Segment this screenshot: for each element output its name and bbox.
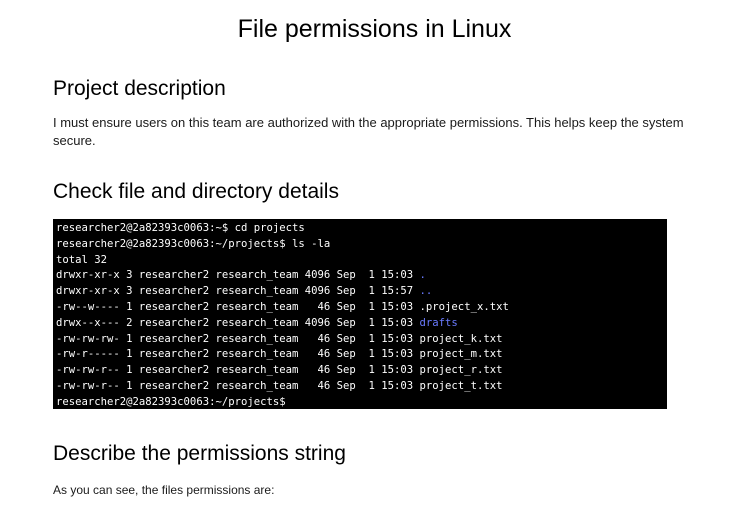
document-title: File permissions in Linux — [237, 15, 512, 43]
terminal-line-text: -rw-rw-rw- 1 researcher2 research_team 4… — [56, 332, 503, 345]
terminal-line-text: researcher2@2a82393c0063:~/projects$ ls … — [56, 237, 331, 250]
terminal-line-text: drwx--x--- 2 researcher2 research_team 4… — [56, 316, 420, 329]
terminal-line: researcher2@2a82393c0063:~/projects$ ls … — [56, 237, 667, 253]
terminal-directory-name: .. — [419, 285, 433, 298]
terminal-line: researcher2@2a82393c0063:~/projects$ — [56, 395, 667, 409]
section-heading-check-details: Check file and directory details — [53, 180, 339, 203]
terminal-line: researcher2@2a82393c0063:~$ cd projects — [56, 221, 667, 237]
project-description-text: I must ensure users on this team are aut… — [53, 115, 684, 148]
terminal-line-text: drwxr-xr-x 3 researcher2 research_team 4… — [56, 285, 420, 298]
terminal-line: drwxr-xr-x 3 researcher2 research_team 4… — [56, 284, 667, 300]
terminal-screenshot: researcher2@2a82393c0063:~$ cd projects … — [53, 219, 667, 409]
terminal-line-text: -rw--w---- 1 researcher2 research_team 4… — [56, 300, 509, 313]
terminal-line: -rw-rw-r-- 1 researcher2 research_team 4… — [56, 379, 667, 395]
section-heading-permissions-string: Describe the permissions string — [53, 442, 346, 465]
terminal-line-text: researcher2@2a82393c0063:~/projects$ — [56, 395, 286, 408]
terminal-line: -rw-rw-r-- 1 researcher2 research_team 4… — [56, 363, 667, 379]
terminal-line-text: -rw-r----- 1 researcher2 research_team 4… — [56, 348, 503, 361]
terminal-directory-name: drafts — [419, 316, 458, 329]
terminal-line-text: researcher2@2a82393c0063:~$ cd projects — [56, 222, 305, 234]
section-heading-project-description: Project description — [53, 77, 226, 100]
terminal-line: -rw--w---- 1 researcher2 research_team 4… — [56, 300, 667, 316]
terminal-line-text: -rw-rw-r-- 1 researcher2 research_team 4… — [56, 364, 503, 377]
terminal-line: -rw-rw-rw- 1 researcher2 research_team 4… — [56, 332, 667, 348]
permissions-intro-text: As you can see, the files permissions ar… — [53, 483, 275, 497]
terminal-line-text: -rw-rw-r-- 1 researcher2 research_team 4… — [56, 379, 503, 392]
document-page: File permissions in Linux Project descri… — [0, 0, 749, 518]
terminal-line: drwxr-xr-x 3 researcher2 research_team 4… — [56, 268, 667, 284]
terminal-line-text: drwxr-xr-x 3 researcher2 research_team 4… — [56, 269, 420, 282]
terminal-line: -rw-r----- 1 researcher2 research_team 4… — [56, 347, 667, 363]
terminal-directory-name: . — [419, 269, 426, 282]
terminal-line-text: total 32 — [56, 253, 108, 266]
terminal-line: total 32 — [56, 253, 667, 269]
terminal-line: drwx--x--- 2 researcher2 research_team 4… — [56, 316, 667, 332]
